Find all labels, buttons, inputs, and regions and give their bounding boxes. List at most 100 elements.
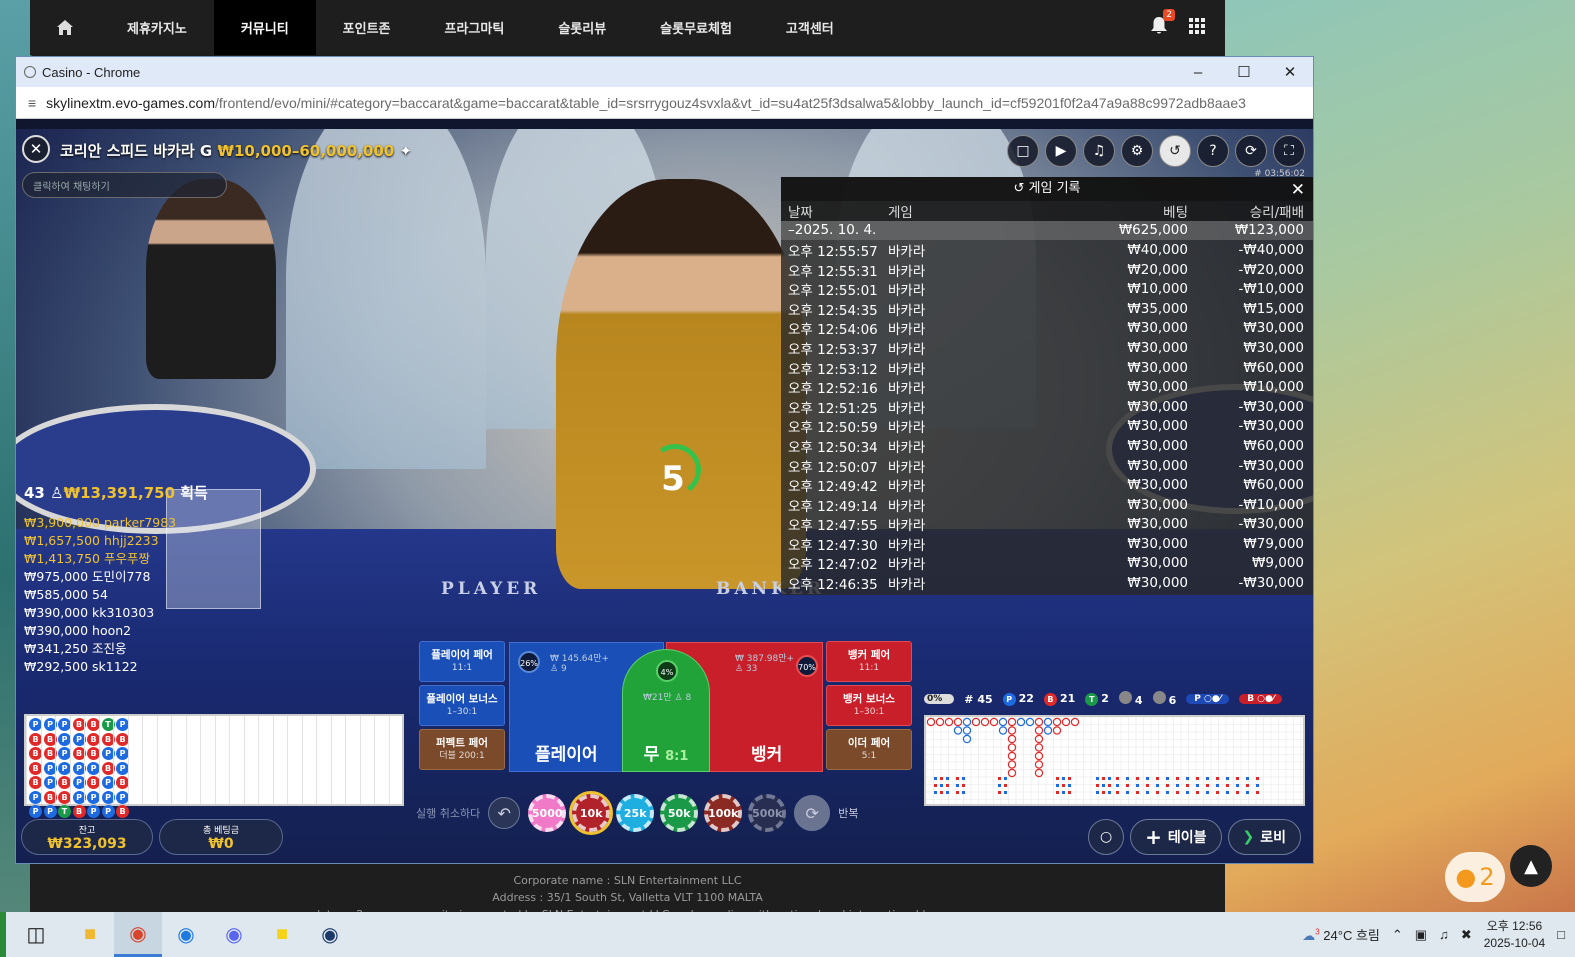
- repeat-icon[interactable]: ⟳: [794, 795, 831, 831]
- close-window-button[interactable]: ✕: [1267, 57, 1313, 87]
- pin-icon[interactable]: ✦: [399, 142, 412, 160]
- nav-item[interactable]: 슬롯무료체험: [633, 0, 759, 55]
- player-pool: ₩ 145.64만+ ♙ 9: [550, 654, 610, 674]
- shoe-progress: 0%: [924, 694, 955, 704]
- site-info-icon[interactable]: ≡: [28, 95, 36, 111]
- history-row[interactable]: 오후 12:53:12 바카라 ₩30,000 ₩60,000: [781, 358, 1313, 378]
- tie-bet-spot[interactable]: 4% ₩21만 ♙ 8 무 8:1: [622, 649, 710, 772]
- history-row[interactable]: 오후 12:47:30 바카라 ₩30,000 ₩79,000: [781, 534, 1313, 554]
- url-domain: skylinextm.evo-games.com: [46, 94, 215, 111]
- tray-overflow-icon[interactable]: ⌃: [1392, 927, 1403, 943]
- nav-item[interactable]: 고객센터: [759, 0, 861, 55]
- bell-icon[interactable]: 2: [1151, 9, 1175, 38]
- history-icon[interactable]: ↺: [1159, 135, 1191, 167]
- history-row[interactable]: 오후 12:55:01 바카라 ₩10,000 -₩10,000: [781, 279, 1313, 299]
- history-time: 오후 12:47:55: [788, 518, 878, 535]
- mute-icon[interactable]: ✖: [1461, 927, 1472, 943]
- nav-item[interactable]: 제휴카지노: [100, 0, 214, 55]
- player-pair-bet[interactable]: 플레이어 페어 11:1: [419, 641, 505, 682]
- help-icon[interactable]: ?: [1197, 135, 1229, 167]
- winner-row: ₩585,000 54: [24, 586, 208, 604]
- file-explorer-icon[interactable]: ■: [66, 912, 114, 957]
- clock[interactable]: 오후 12:56 2025-10-04: [1484, 918, 1545, 952]
- grid-line: [200, 716, 201, 804]
- chip-500k[interactable]: 500k: [748, 794, 787, 832]
- history-row[interactable]: 오후 12:51:25 바카라 ₩30,000 -₩30,000: [781, 397, 1313, 417]
- history-row[interactable]: 오후 12:50:34 바카라 ₩30,000 ₩60,000: [781, 436, 1313, 456]
- maximize-button[interactable]: ☐: [1221, 57, 1267, 87]
- history-row[interactable]: 오후 12:47:55 바카라 ₩30,000 -₩30,000: [781, 515, 1313, 535]
- winner-count: 43: [24, 484, 45, 502]
- history-result: ₩79,000: [1243, 535, 1304, 552]
- history-row[interactable]: 오후 12:53:37 바카라 ₩30,000 ₩30,000: [781, 338, 1313, 358]
- banker-predict-button[interactable]: B ○●⁄: [1239, 694, 1283, 704]
- banker-bonus-bet[interactable]: 뱅커 보너스 1–30:1: [826, 685, 912, 726]
- minimize-button[interactable]: –: [1175, 57, 1221, 87]
- chrome-icon[interactable]: ◉: [114, 912, 162, 957]
- chip-5000[interactable]: 5000: [528, 794, 567, 832]
- kakaotalk-icon[interactable]: ■: [258, 912, 306, 957]
- undo-icon[interactable]: ↶: [488, 797, 521, 829]
- banker-pair-bet[interactable]: 뱅커 페어 11:1: [826, 641, 912, 682]
- history-row[interactable]: 오후 12:54:35 바카라 ₩35,000 ₩15,000: [781, 299, 1313, 319]
- add-table-button[interactable]: + 테이블: [1130, 819, 1222, 855]
- big-road[interactable]: [924, 715, 1305, 806]
- history-game: 바카라: [888, 302, 926, 319]
- grid-line: [142, 716, 143, 804]
- history-row[interactable]: 오후 12:52:16 바카라 ₩30,000 ₩10,000: [781, 377, 1313, 397]
- fullscreen-icon[interactable]: ⛶: [1273, 135, 1305, 167]
- close-history-button[interactable]: ✕: [1291, 178, 1305, 202]
- player-bonus-bet[interactable]: 플레이어 보너스 1–30:1: [419, 685, 505, 726]
- settings-icon[interactable]: ⚙: [1121, 135, 1153, 167]
- chat-icon[interactable]: □: [1007, 135, 1039, 167]
- lobby-button[interactable]: ❯ 로비: [1227, 819, 1301, 855]
- history-row[interactable]: 오후 12:47:02 바카라 ₩30,000 ₩9,000: [781, 554, 1313, 573]
- nav-item[interactable]: 프라그마틱: [418, 0, 532, 55]
- weather-text: 24°C 흐림: [1323, 928, 1380, 943]
- network-icon[interactable]: ▣: [1415, 927, 1427, 943]
- history-day-summary[interactable]: –2025. 10. 4. ₩625,000 ₩123,000: [781, 220, 1313, 241]
- address-bar[interactable]: ≡ skylinextm.evo-games.com/frontend/evo/…: [16, 87, 1313, 119]
- nav-item[interactable]: 커뮤니티: [213, 0, 316, 55]
- weather-widget[interactable]: ☁3 24°C 흐림: [1302, 925, 1380, 944]
- rotate-icon[interactable]: ⟳: [1235, 135, 1267, 167]
- chat-fab[interactable]: ● 2: [1445, 852, 1505, 902]
- window-titlebar[interactable]: Casino - Chrome – ☐ ✕: [16, 57, 1313, 87]
- history-row[interactable]: 오후 12:55:57 바카라 ₩40,000 -₩40,000: [781, 240, 1313, 260]
- history-row[interactable]: 오후 12:46:35 바카라 ₩30,000 -₩30,000: [781, 573, 1313, 593]
- player-predict-button[interactable]: P ○●⁄: [1186, 694, 1230, 704]
- video-icon[interactable]: ▶: [1045, 135, 1077, 167]
- chip-25k[interactable]: 25k: [616, 794, 655, 832]
- notification-center-icon[interactable]: □: [1557, 927, 1565, 942]
- history-row[interactable]: 오후 12:50:07 바카라 ₩30,000 -₩30,000: [781, 456, 1313, 476]
- bet-label: 뱅커 페어: [847, 649, 891, 661]
- history-row[interactable]: 오후 12:49:42 바카라 ₩30,000 ₩60,000: [781, 475, 1313, 495]
- close-game-button[interactable]: ✕: [22, 135, 50, 163]
- nav-item[interactable]: 슬롯리뷰: [531, 0, 633, 55]
- history-row[interactable]: 오후 12:49:14 바카라 ₩30,000 -₩10,000: [781, 495, 1313, 515]
- discord-icon[interactable]: ◉: [210, 912, 258, 957]
- history-row[interactable]: 오후 12:54:06 바카라 ₩30,000 ₩30,000: [781, 319, 1313, 338]
- chip-10k[interactable]: 10k: [569, 791, 614, 835]
- nav-item[interactable]: 포인트존: [316, 0, 418, 55]
- history-row[interactable]: 오후 12:55:31 바카라 ₩20,000 -₩20,000: [781, 260, 1313, 280]
- steam-icon[interactable]: ◉: [306, 912, 354, 957]
- chat-input[interactable]: 클릭하여 채팅하기: [22, 172, 227, 198]
- scroll-top-icon[interactable]: ▲: [1510, 845, 1552, 887]
- history-row[interactable]: 오후 12:50:59 바카라 ₩30,000 -₩30,000: [781, 417, 1313, 436]
- volume-icon[interactable]: ♫: [1083, 135, 1115, 167]
- bead-road[interactable]: PBBBBPPPBBPPBPPPPPBBTBPBPPPBBBBPBPPTBPBP…: [24, 714, 404, 818]
- chat-bubble-icon[interactable]: ○: [1088, 819, 1125, 855]
- perfect-pair-bet[interactable]: 퍼펙트 페어 더블 200:1: [419, 729, 505, 770]
- home-icon[interactable]: [30, 0, 100, 55]
- either-pair-bet[interactable]: 이더 페어 5:1: [826, 729, 912, 770]
- volume-tray-icon[interactable]: ♫: [1439, 927, 1449, 942]
- chip-50k[interactable]: 50k: [660, 794, 699, 832]
- grid-menu-icon[interactable]: [1189, 18, 1205, 37]
- bet-odds: 1–30:1: [853, 707, 885, 717]
- task-view-icon[interactable]: ◫: [6, 912, 66, 957]
- winner-amount: ₩585,000: [24, 587, 89, 602]
- chip-100k[interactable]: 100k: [704, 794, 743, 832]
- messenger-icon[interactable]: ◉: [162, 912, 210, 957]
- history-result: -₩30,000: [1238, 575, 1304, 592]
